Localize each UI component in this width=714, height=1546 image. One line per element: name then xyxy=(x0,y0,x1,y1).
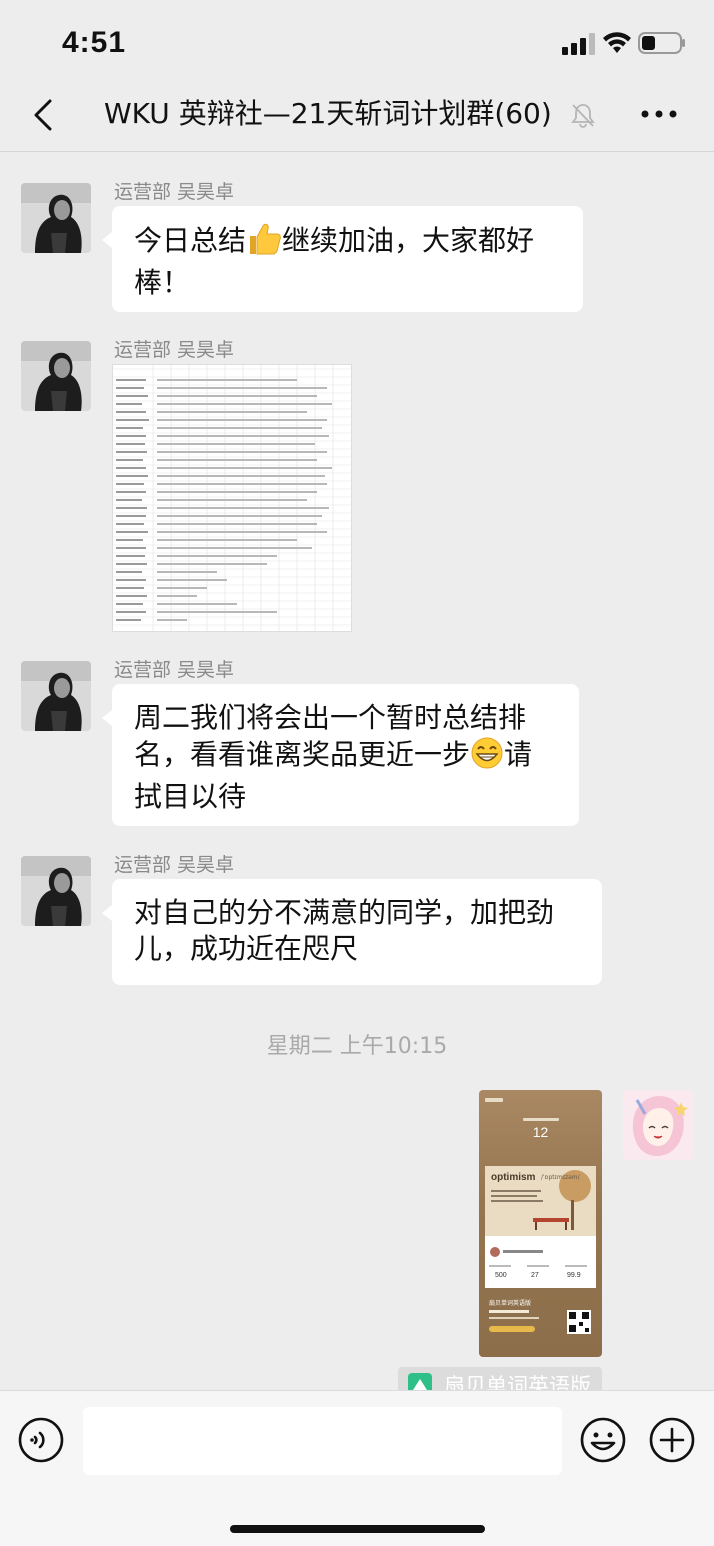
home-indicator[interactable] xyxy=(230,1525,485,1533)
wifi-icon xyxy=(603,32,631,53)
message-bubble[interactable]: 今日总结 继续加油，大家都好棒！ xyxy=(102,206,583,312)
sender-avatar[interactable] xyxy=(21,661,91,731)
spreadsheet-image[interactable] xyxy=(112,364,352,632)
status-time: 4:51 xyxy=(62,26,127,59)
more-options-icon[interactable] xyxy=(640,104,680,124)
chat-input-bar xyxy=(0,1390,714,1546)
voice-input-icon[interactable] xyxy=(18,1417,64,1463)
battery-icon xyxy=(638,32,685,54)
days-count: 12 xyxy=(532,1124,549,1140)
stat-value: 27 xyxy=(531,1272,539,1279)
stat-value: 99.9 xyxy=(567,1272,581,1279)
sender-name: 运营部 吴昊卓 xyxy=(114,659,235,681)
message-bubble[interactable]: 周二我们将会出一个暂时总结排名，看看谁离奖品更近一步 请拭目以待 xyxy=(102,684,579,826)
emoji-picker-icon[interactable] xyxy=(580,1417,626,1463)
message-timestamp: 星期二 上午10:15 xyxy=(266,1034,448,1059)
mute-bell-icon xyxy=(571,104,595,128)
status-bar: 4:51 xyxy=(0,0,714,84)
cellular-signal-icon xyxy=(562,33,595,55)
sender-name: 运营部 吴昊卓 xyxy=(114,339,235,361)
message-text: 对自己的分不满意的同学，加把劲儿，成功近在咫尺 xyxy=(134,896,555,965)
sender-avatar[interactable] xyxy=(21,341,91,411)
message-bubble[interactable]: 对自己的分不满意的同学，加把劲儿，成功近在咫尺 xyxy=(102,879,602,985)
stat-value: 500 xyxy=(495,1272,507,1279)
more-actions-plus-icon[interactable] xyxy=(649,1417,695,1463)
spreadsheet-thumbnail xyxy=(113,365,351,631)
sender-avatar[interactable] xyxy=(21,183,91,253)
word-title: optimism xyxy=(491,1172,536,1183)
back-arrow-icon[interactable] xyxy=(30,98,58,132)
message-text: 今日总结 xyxy=(134,224,247,257)
thumbs-up-icon xyxy=(246,222,282,265)
sender-avatar[interactable] xyxy=(21,856,91,926)
chat-title: WKU 英辩社—21天斩词计划群(60) xyxy=(104,97,552,130)
my-avatar[interactable] xyxy=(623,1090,693,1160)
message-input[interactable] xyxy=(83,1407,562,1475)
sender-name: 运营部 吴昊卓 xyxy=(114,854,235,876)
chat-header: WKU 英辩社—21天斩词计划群(60) xyxy=(0,84,714,152)
sender-name: 运营部 吴昊卓 xyxy=(114,181,235,203)
card-app-name: 扇贝单词英语版 xyxy=(489,1300,532,1307)
grinning-face-icon xyxy=(470,736,504,779)
message-text: 周二我们将会出一个暂时总结排名，看看谁离奖品更近一步 xyxy=(134,701,527,771)
word-phonetic: /ˈɒptɪmɪzəm/ xyxy=(541,1174,580,1181)
shared-word-card[interactable]: 12 optimism /ˈɒptɪmɪzəm/ 500 27 99.9 扇贝单… xyxy=(479,1090,602,1357)
